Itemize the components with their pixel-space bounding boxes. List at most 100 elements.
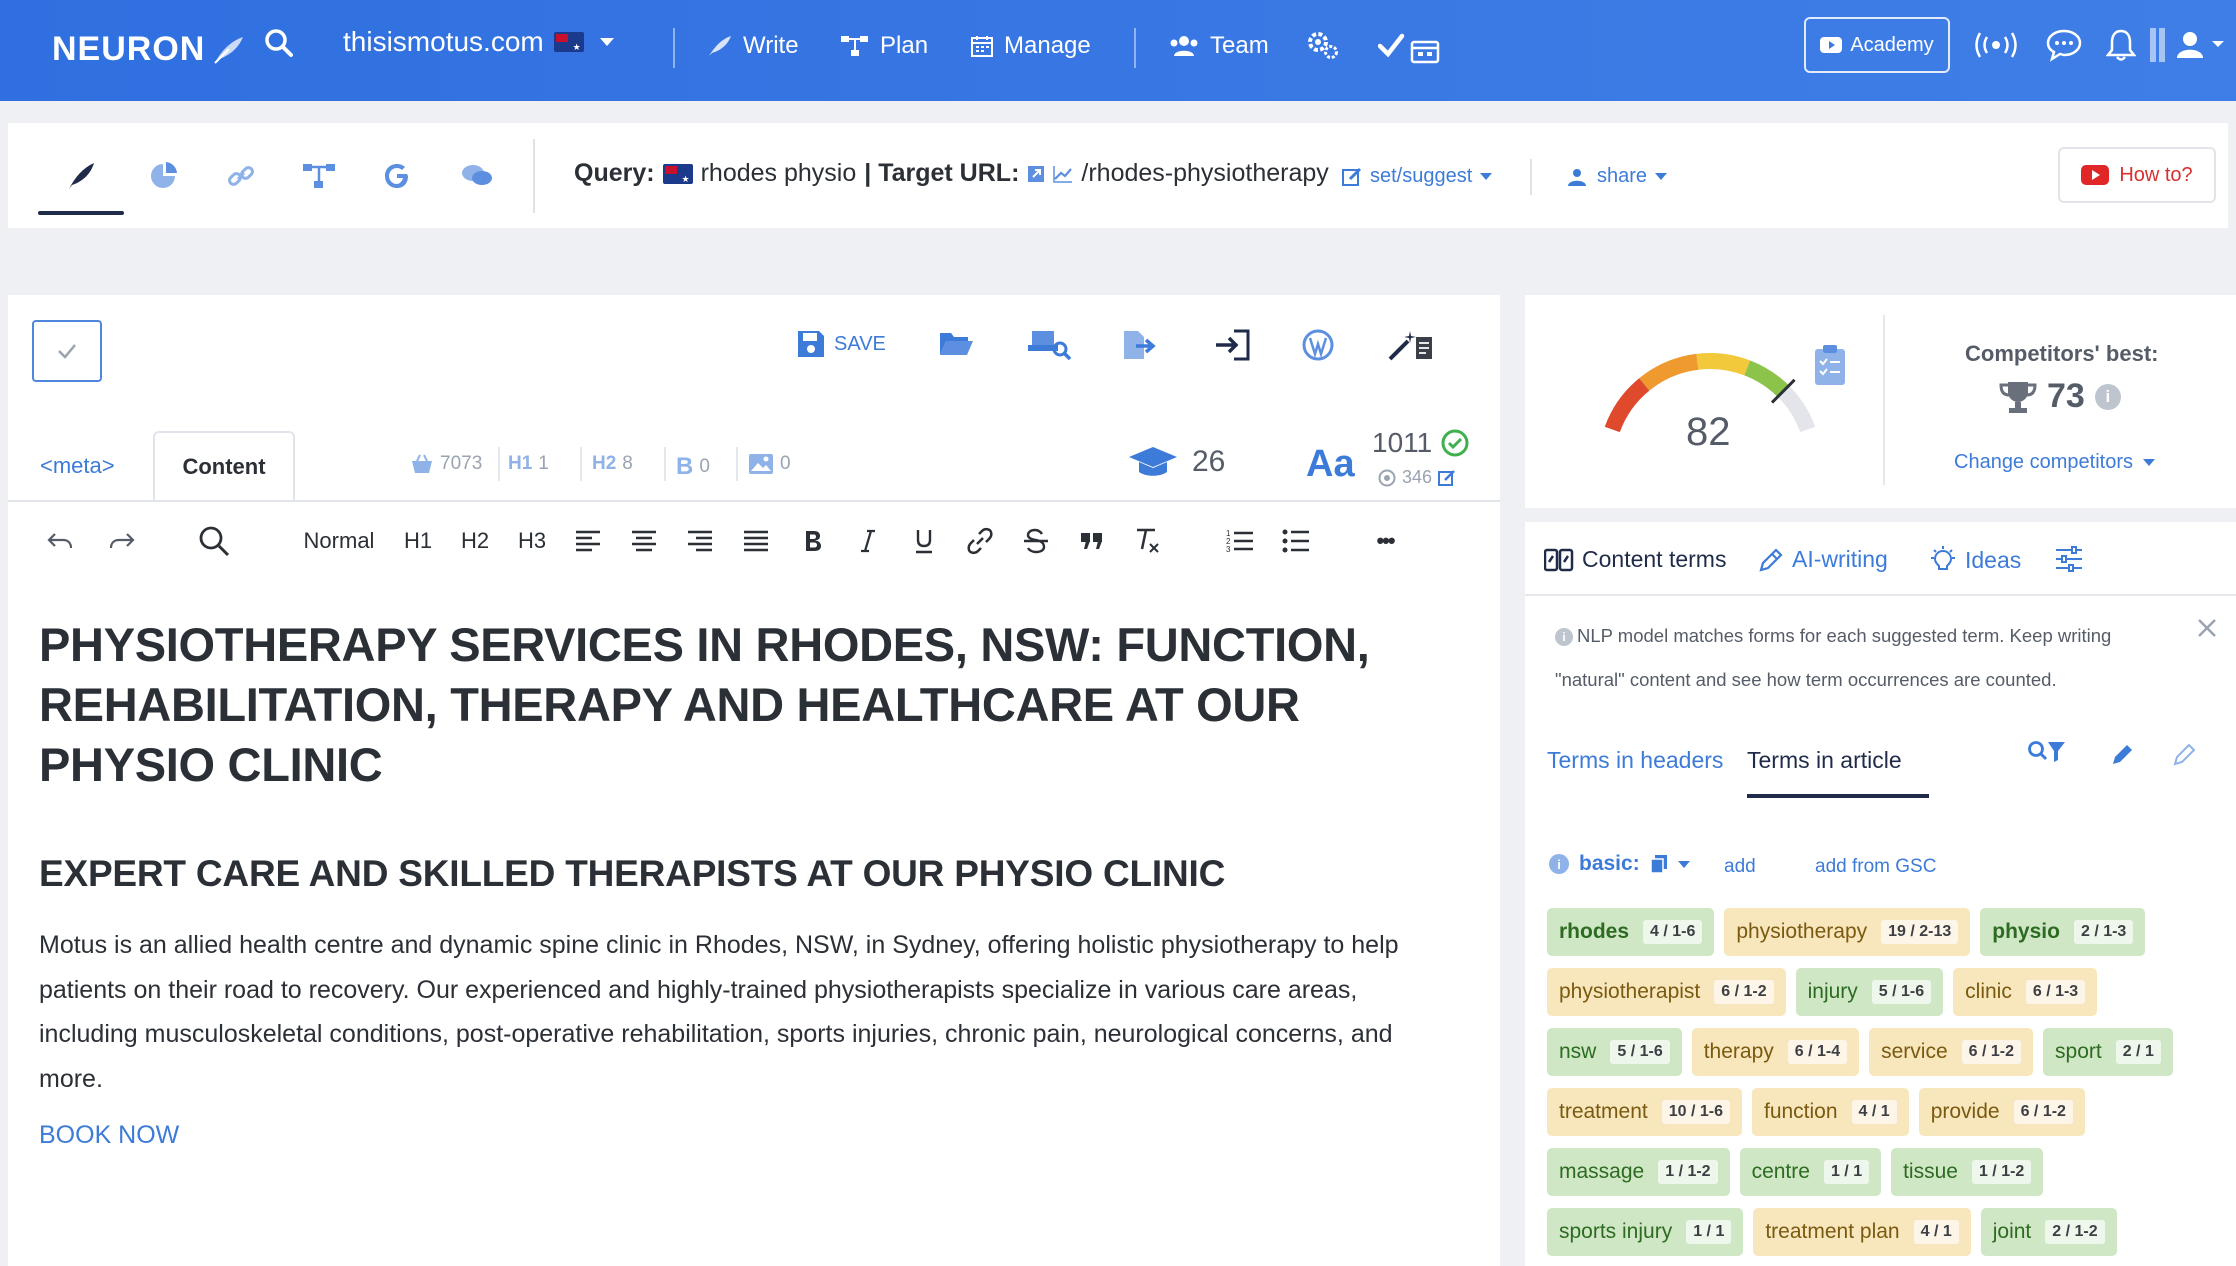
underline-icon[interactable] [904, 521, 944, 561]
clear-format-icon[interactable] [1128, 521, 1168, 561]
nav-team[interactable]: Team [1168, 32, 1269, 60]
tab-link-icon[interactable] [220, 155, 262, 197]
bullet-list-icon[interactable] [1276, 521, 1316, 561]
how-to-button[interactable]: How to? [2058, 147, 2216, 203]
term-chip[interactable]: centre 1 / 1 [1739, 1148, 1882, 1196]
check-calendar-icon[interactable] [1378, 30, 1442, 64]
find-icon[interactable] [194, 521, 234, 561]
link-icon[interactable] [960, 521, 1000, 561]
tab-content[interactable]: Content [153, 431, 295, 501]
tab-ai-writing[interactable]: AI-writing [1758, 546, 1888, 573]
tab-ideas[interactable]: Ideas [1929, 546, 2021, 574]
add-term-link[interactable]: add [1724, 856, 1756, 878]
tab-sitemap-icon[interactable] [298, 155, 340, 197]
open-folder-icon[interactable] [938, 329, 974, 357]
align-right-icon[interactable] [680, 521, 720, 561]
redo-icon[interactable] [102, 521, 142, 561]
external-link-icon[interactable] [1027, 165, 1045, 183]
align-left-icon[interactable] [568, 521, 608, 561]
import-icon[interactable] [1214, 329, 1250, 361]
panel-toggle-icon[interactable] [2148, 26, 2168, 64]
blockquote-icon[interactable] [1072, 521, 1112, 561]
term-chip[interactable]: provide 6 / 1-2 [1918, 1088, 2085, 1136]
done-checkbox[interactable] [32, 320, 102, 382]
nav-manage[interactable]: Manage [970, 32, 1091, 60]
tab-write-feather-icon[interactable] [60, 155, 102, 197]
pencil-icon[interactable] [2111, 742, 2135, 766]
nav-plan[interactable]: Plan [840, 32, 928, 60]
term-chip[interactable]: sport 2 / 1 [2043, 1028, 2173, 1076]
preview-search-icon[interactable] [1028, 329, 1072, 361]
term-chip[interactable]: massage 1 / 1-2 [1547, 1148, 1730, 1196]
broadcast-icon[interactable] [1974, 30, 2018, 60]
heading2-button[interactable]: H2 [455, 521, 495, 561]
set-suggest-dropdown[interactable]: set/suggest [1342, 165, 1493, 188]
close-icon[interactable] [2197, 618, 2217, 638]
font-size-icon[interactable]: Aa [1306, 443, 1355, 486]
strikethrough-icon[interactable] [1016, 521, 1056, 561]
heading1-button[interactable]: H1 [398, 521, 438, 561]
readability-grade[interactable]: 26 [1128, 445, 1225, 479]
magic-wand-document-icon[interactable] [1388, 329, 1434, 363]
article-paragraph[interactable]: Motus is an allied health centre and dyn… [39, 923, 1459, 1101]
user-menu-icon[interactable] [2176, 30, 2228, 60]
filters-sliders-icon[interactable] [2055, 546, 2083, 572]
tab-pie-chart-icon[interactable] [142, 155, 184, 197]
domain-selector[interactable]: thisismotus.com [343, 26, 614, 58]
change-competitors-dropdown[interactable]: Change competitors [1954, 451, 2155, 474]
app-logo[interactable]: NEURON [52, 30, 245, 69]
basic-terms-group[interactable]: i basic: [1549, 852, 1690, 876]
term-chip[interactable]: therapy 6 / 1-4 [1691, 1028, 1860, 1076]
tab-terms-in-headers[interactable]: Terms in headers [1547, 747, 1723, 774]
search-filter-icon[interactable] [2027, 740, 2067, 766]
book-now-link[interactable]: BOOK NOW [39, 1121, 1479, 1150]
settings-icon[interactable] [1306, 28, 1340, 62]
tab-terms-in-article[interactable]: Terms in article [1747, 747, 1902, 774]
academy-button[interactable]: Academy [1804, 17, 1950, 73]
undo-icon[interactable] [40, 521, 80, 561]
term-chip[interactable]: physio 2 / 1-3 [1980, 908, 2146, 956]
term-chip[interactable]: injury 5 / 1-6 [1795, 968, 1944, 1016]
align-justify-icon[interactable] [736, 521, 776, 561]
term-chip[interactable]: nsw 5 / 1-6 [1547, 1028, 1682, 1076]
chat-icon[interactable] [2046, 28, 2082, 62]
add-from-gsc-link[interactable]: add from GSC [1815, 856, 1936, 878]
nav-write[interactable]: Write [707, 32, 799, 60]
edit-outline-icon[interactable] [2173, 742, 2197, 766]
tab-google-icon[interactable] [376, 155, 418, 197]
document-body[interactable]: PHYSIOTHERAPY SERVICES IN RHODES, NSW: F… [39, 615, 1479, 1150]
term-chip[interactable]: function 4 / 1 [1751, 1088, 1909, 1136]
tab-content-terms[interactable]: Content terms [1544, 546, 1726, 573]
share-dropdown[interactable]: share [1565, 165, 1668, 188]
term-chip[interactable]: sports injury 1 / 1 [1547, 1208, 1744, 1256]
more-options-icon[interactable]: ••• [1360, 521, 1410, 561]
tab-meta[interactable]: <meta> [40, 453, 115, 479]
save-button[interactable]: SAVE [796, 329, 886, 359]
wordpress-icon[interactable] [1302, 329, 1334, 361]
term-chip[interactable]: joint 2 / 1-2 [1980, 1208, 2117, 1256]
block-style-dropdown[interactable]: Normal [289, 521, 389, 561]
export-icon[interactable] [1122, 329, 1158, 361]
trend-icon[interactable] [1053, 165, 1073, 183]
term-chip[interactable]: tissue 1 / 1-2 [1891, 1148, 2044, 1196]
ordered-list-icon[interactable]: 123 [1220, 521, 1260, 561]
word-target[interactable]: 346 [1378, 467, 1456, 488]
info-icon[interactable]: i [2094, 383, 2121, 410]
term-chip[interactable]: physiotherapist 6 / 1-2 [1547, 968, 1786, 1016]
term-chip[interactable]: treatment plan 4 / 1 [1753, 1208, 1971, 1256]
bold-icon[interactable] [793, 521, 833, 561]
target-url[interactable]: /rhodes-physiotherapy [1081, 159, 1328, 188]
term-chip[interactable]: service 6 / 1-2 [1869, 1028, 2034, 1076]
clipboard-icon[interactable] [1813, 343, 1847, 387]
search-icon[interactable] [264, 28, 294, 58]
heading3-button[interactable]: H3 [512, 521, 552, 561]
article-h2[interactable]: EXPERT CARE AND SKILLED THERAPISTS AT OU… [39, 853, 1479, 895]
bell-icon[interactable] [2106, 28, 2136, 62]
article-h1[interactable]: PHYSIOTHERAPY SERVICES IN RHODES, NSW: F… [39, 615, 1479, 795]
term-chip[interactable]: clinic 6 / 1-3 [1953, 968, 2098, 1016]
term-chip[interactable]: physiotherapy 19 / 2-13 [1724, 908, 1971, 956]
term-chip[interactable]: treatment 10 / 1-6 [1547, 1088, 1742, 1136]
term-chip[interactable]: rhodes 4 / 1-6 [1547, 908, 1715, 956]
italic-icon[interactable] [848, 521, 888, 561]
tab-comments-icon[interactable] [456, 155, 498, 197]
